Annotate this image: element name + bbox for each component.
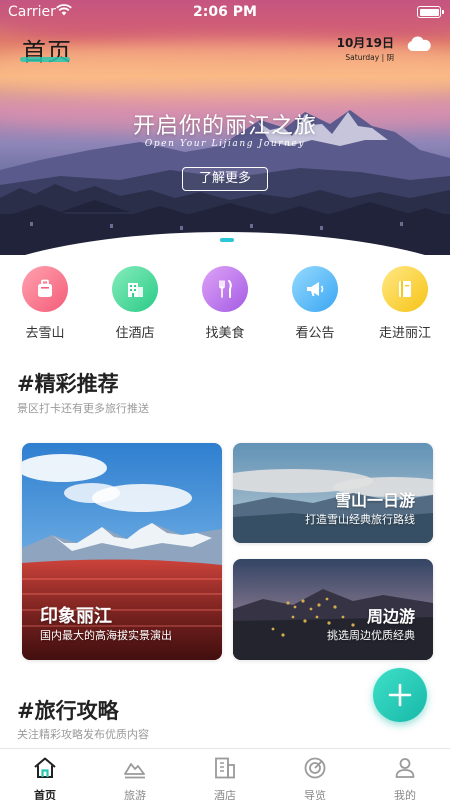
title-underline — [20, 57, 70, 62]
status-bar: Carrier 2:06 PM — [0, 0, 450, 24]
hero-banner[interactable]: Carrier 2:06 PM 首页 10月19日 Saturday | 阴 开… — [0, 0, 450, 255]
tab-label: 旅游 — [124, 789, 146, 800]
weekday-weather-label: Saturday | 阴 — [345, 53, 394, 62]
recommend-section-subtitle: 景区打卡还有更多旅行推送 — [17, 402, 149, 415]
tab-home[interactable]: 首页 — [15, 755, 75, 800]
card-subtitle: 国内最大的高海拔实景演出 — [40, 629, 172, 642]
tab-travel[interactable]: 旅游 — [105, 755, 165, 800]
battery-icon — [417, 6, 444, 18]
target-icon — [304, 757, 326, 779]
category-about-lijiang[interactable]: 走进丽江 — [370, 266, 440, 341]
category-label: 看公告 — [295, 326, 335, 341]
book-icon — [382, 266, 428, 312]
recommend-card-nearby-tour[interactable]: 周边游 挑选周边优质经典 — [233, 559, 433, 660]
category-label: 去雪山 — [25, 326, 65, 341]
tab-label: 首页 — [34, 789, 56, 800]
learn-more-button[interactable]: 了解更多 — [182, 167, 268, 191]
tab-label: 我的 — [394, 789, 416, 800]
category-shortcuts: 去雪山 住酒店 找美食 看公告 走进丽江 — [0, 266, 450, 346]
card-title: 印象丽江 — [40, 606, 112, 627]
megaphone-icon — [292, 266, 338, 312]
category-label: 住酒店 — [115, 326, 155, 341]
mountain-icon — [124, 763, 145, 779]
tab-label: 导览 — [304, 789, 326, 800]
status-time: 2:06 PM — [193, 4, 257, 20]
recommend-section-title: #精彩推荐 — [17, 372, 119, 396]
category-label: 走进丽江 — [378, 326, 431, 341]
tab-guide[interactable]: 导览 — [285, 755, 345, 800]
recommend-card-snow-mountain-tour[interactable]: 雪山一日游 打造雪山经典旅行路线 — [233, 443, 433, 543]
recommend-card-impression-lijiang[interactable]: 印象丽江 国内最大的高海拔实景演出 — [22, 443, 222, 660]
plus-icon — [388, 683, 412, 707]
user-icon — [395, 758, 415, 778]
category-notice[interactable]: 看公告 — [280, 266, 350, 341]
guide-section-subtitle: 关注精彩攻略发布优质内容 — [17, 728, 149, 741]
category-hotel[interactable]: 住酒店 — [100, 266, 170, 341]
luggage-icon — [22, 266, 68, 312]
tab-label: 酒店 — [214, 789, 236, 800]
bottom-tab-bar: 首页 旅游 酒店 导览 我的 — [0, 748, 450, 800]
card-subtitle: 打造雪山经典旅行路线 — [305, 513, 415, 526]
card-subtitle: 挑选周边优质经典 — [327, 629, 415, 642]
building-icon — [215, 757, 235, 779]
date-weather-info: 10月19日 Saturday | 阴 — [337, 34, 394, 63]
add-button[interactable] — [373, 668, 427, 722]
hero-title: 开启你的丽江之旅 — [132, 114, 317, 139]
card-title: 雪山一日游 — [334, 491, 415, 510]
tab-hotel[interactable]: 酒店 — [195, 755, 255, 800]
category-snow-mountain[interactable]: 去雪山 — [10, 266, 80, 341]
category-food[interactable]: 找美食 — [190, 266, 260, 341]
fork-knife-icon — [202, 266, 248, 312]
home-icon — [34, 757, 56, 778]
cloud-icon — [406, 36, 432, 56]
carousel-indicator[interactable] — [220, 238, 234, 242]
tab-profile[interactable]: 我的 — [375, 755, 435, 800]
guide-section-title: #旅行攻略 — [17, 699, 119, 723]
date-label: 10月19日 — [336, 36, 394, 50]
card-title: 周边游 — [366, 607, 415, 626]
hotel-icon — [112, 266, 158, 312]
hero-subtitle: Open Your Lijiang Journey — [144, 139, 306, 149]
category-label: 找美食 — [205, 326, 245, 341]
